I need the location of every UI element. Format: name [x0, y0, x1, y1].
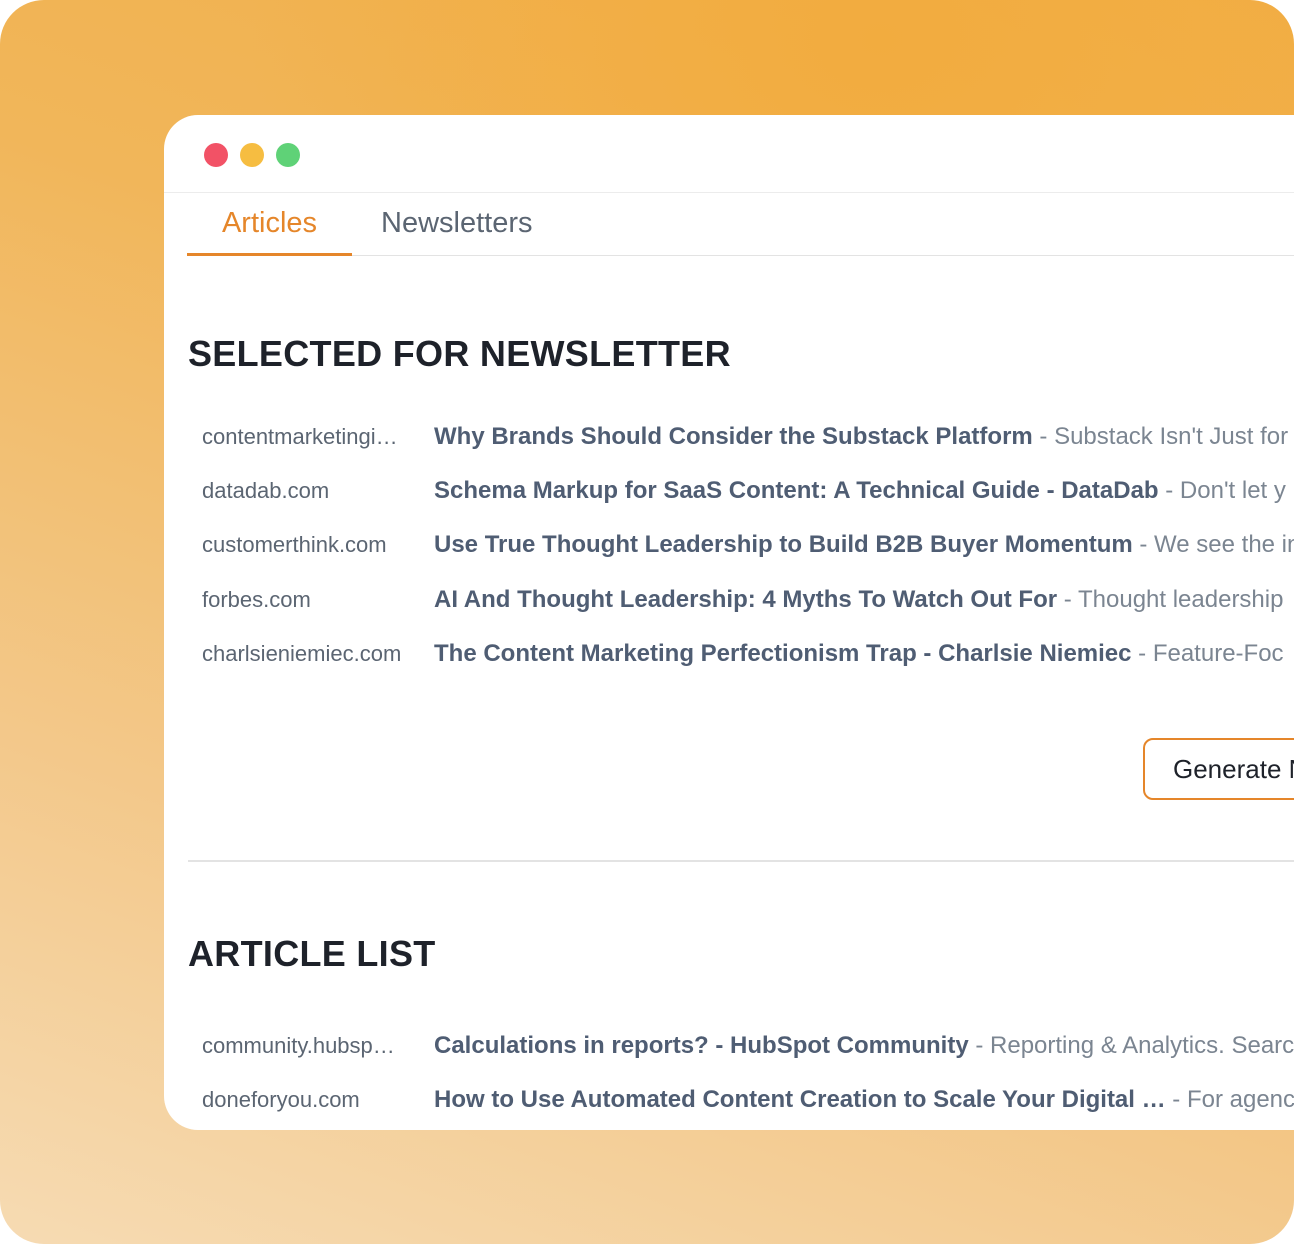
title-separator: - [1131, 640, 1153, 667]
title-separator: - [1032, 423, 1055, 450]
selected-row: contentmarketingi… Why Brands Should Con… [202, 417, 1294, 457]
section-divider [188, 860, 1294, 862]
title-separator: - [1165, 1086, 1187, 1113]
article-title-link[interactable]: AI And Thought Leadership: 4 Myths To Wa… [434, 586, 1057, 613]
article-domain: charlsieniemiec.com [202, 641, 402, 666]
app-window: Articles Newsletters SELECTED FOR NEWSLE… [164, 115, 1294, 1130]
article-domain: contentmarketingi… [202, 424, 398, 449]
selected-row: customerthink.com Use True Thought Leade… [202, 525, 1294, 565]
minimize-window-button[interactable] [240, 143, 264, 167]
article-title-link[interactable]: The Content Marketing Perfectionism Trap… [434, 640, 1132, 667]
article-list-row: community.hubsp… Calculations in reports… [202, 1026, 1294, 1066]
article-description: For agenc [1186, 1086, 1294, 1113]
article-description: Feature-Foc [1152, 640, 1284, 667]
article-list-title: ARTICLE LIST [188, 933, 436, 974]
title-separator: - [1057, 586, 1078, 613]
title-separator: - [968, 1032, 991, 1059]
article-description: Substack Isn't Just for [1054, 423, 1289, 450]
title-separator: - [1132, 531, 1155, 558]
window-titlebar [164, 115, 1294, 193]
article-domain: forbes.com [202, 587, 311, 612]
tab-articles[interactable]: Articles [187, 193, 352, 256]
close-window-button[interactable] [204, 143, 228, 167]
selected-row: forbes.com AI And Thought Leadership: 4 … [202, 580, 1294, 620]
selected-section-title: SELECTED FOR NEWSLETTER [188, 333, 731, 374]
article-description: Thought leadership [1077, 586, 1284, 613]
article-title-link[interactable]: Use True Thought Leadership to Build B2B… [434, 531, 1133, 558]
tab-newsletters[interactable]: Newsletters [381, 193, 533, 253]
article-description: Don't let y [1179, 477, 1286, 504]
tab-bar: Articles Newsletters [187, 193, 1294, 256]
selected-row: charlsieniemiec.com The Content Marketin… [202, 634, 1294, 674]
article-list-row: doneforyou.com How to Use Automated Cont… [202, 1080, 1294, 1120]
background-gradient: Articles Newsletters SELECTED FOR NEWSLE… [0, 0, 1294, 1244]
maximize-window-button[interactable] [276, 143, 300, 167]
article-domain: customerthink.com [202, 532, 387, 557]
article-description: We see the in [1154, 531, 1294, 558]
article-title-link[interactable]: Why Brands Should Consider the Substack … [434, 423, 1033, 450]
article-title-link[interactable]: Calculations in reports? - HubSpot Commu… [434, 1032, 969, 1059]
article-title-link[interactable]: How to Use Automated Content Creation to… [434, 1086, 1166, 1113]
article-description: Reporting & Analytics. Searc [990, 1032, 1294, 1059]
article-domain: doneforyou.com [202, 1087, 360, 1112]
selected-row: datadab.com Schema Markup for SaaS Conte… [202, 471, 1294, 511]
article-title-link[interactable]: Schema Markup for SaaS Content: A Techni… [434, 477, 1159, 504]
article-domain: community.hubsp… [202, 1033, 395, 1058]
title-separator: - [1158, 477, 1180, 504]
generate-newsletter-button[interactable]: Generate N [1143, 738, 1294, 800]
article-domain: datadab.com [202, 478, 330, 503]
